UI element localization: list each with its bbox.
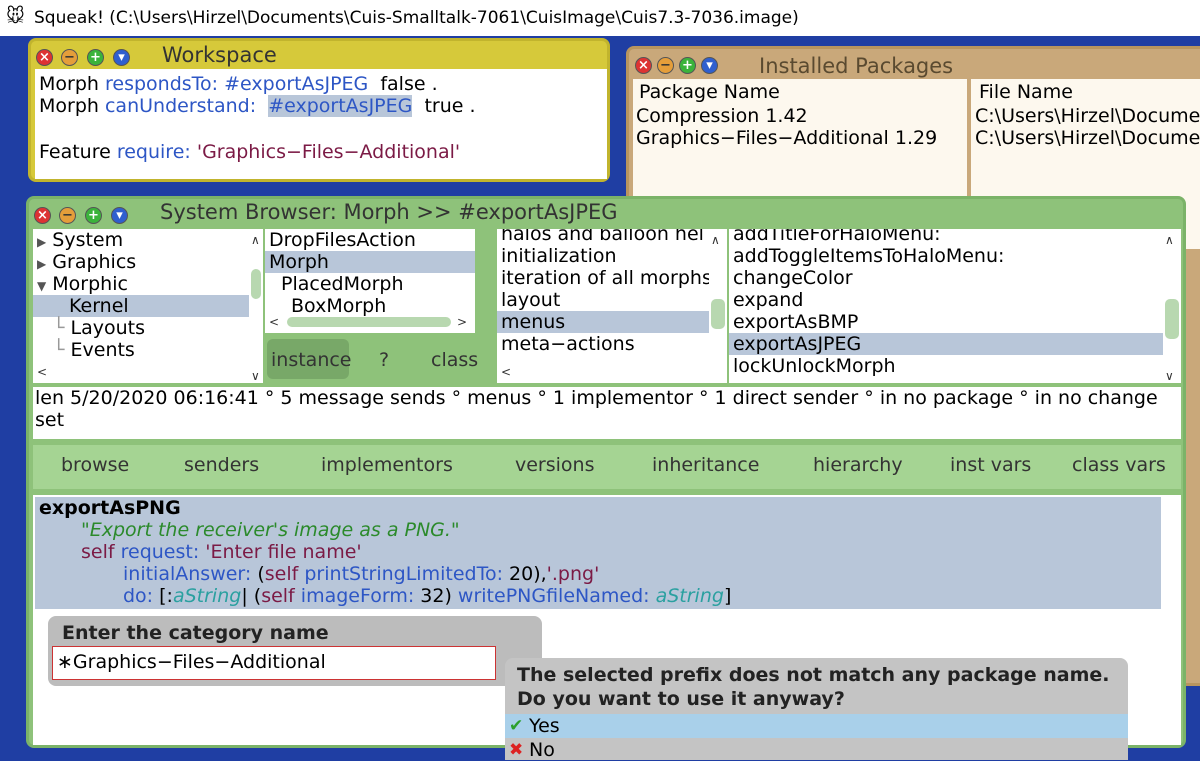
scroll-left-icon[interactable]: < [37,365,47,379]
list-item[interactable]: addToggleItemsToHaloMenu: [729,245,1181,267]
packages-title-bar[interactable]: × − + ▾ Installed Packages [629,49,1200,81]
class-list[interactable]: DropFilesAction Morph PlacedMorph BoxMor… [265,229,475,333]
no-option[interactable]: ✖ No [505,738,1128,761]
hierarchy-button[interactable]: hierarchy [813,454,903,476]
scrollbar[interactable]: ∧ ∨ [1163,229,1181,383]
file-name-header: File Name [979,81,1073,103]
list-item[interactable]: exportAsBMP [729,311,1181,333]
list-item-selected[interactable]: menus [497,311,727,333]
list-item[interactable]: lockUnlockMorph [729,355,1181,377]
expand-icon[interactable]: + [85,207,102,224]
browser-title: System Browser: Morph >> #exportAsJPEG [160,200,618,224]
list-item[interactable]: DropFilesAction [265,229,475,251]
method-comment: "Export the receiver's image as a PNG." [81,519,460,541]
expand-icon[interactable]: + [87,49,104,66]
list-item-selected[interactable]: Kernel [33,295,263,317]
minimize-icon[interactable]: − [657,57,674,74]
yes-option[interactable]: ✔ Yes [505,714,1128,738]
scrollbar[interactable]: ∧ ∨ [249,229,263,383]
package-name-header: Package Name [639,81,780,103]
host-title: Squeak! (C:\Users\Hirzel\Documents\Cuis-… [34,8,799,28]
host-title-bar: 🐭 Squeak! (C:\Users\Hirzel\Documents\Cui… [0,0,1200,36]
inst-vars-button[interactable]: inst vars [950,454,1031,476]
list-item[interactable]: Compression 1.42 [636,105,808,127]
list-item[interactable]: ▶ Graphics [33,251,263,273]
horizontal-scrollbar[interactable] [287,317,451,327]
list-item[interactable]: iteration of all morphs [497,267,727,289]
list-item[interactable]: ▼ Morphic [33,273,263,295]
scroll-left-icon[interactable]: < [269,315,279,329]
cross-icon: ✖ [509,740,524,760]
system-category-list[interactable]: ▶ System ▶ Graphics ▼ Morphic Kernel └ L… [33,229,263,383]
window-menu-icon[interactable]: ▾ [701,57,718,74]
senders-button[interactable]: senders [184,454,259,476]
method-selector: exportAsPNG [39,497,181,519]
category-name-input[interactable]: ∗Graphics−Files−Additional [52,646,496,680]
packages-title: Installed Packages [759,54,954,78]
expand-icon[interactable]: + [679,57,696,74]
close-icon[interactable]: × [635,57,652,74]
list-item-selected[interactable]: Morph [265,251,475,273]
browser-button-bar: browse senders implementors versions inh… [33,445,1181,489]
list-item[interactable]: layout [497,289,727,311]
workspace-text-pane[interactable]: Morph respondsTo: #exportAsJPEG false . … [35,69,607,179]
list-item[interactable]: C:\Users\Hirzel\Docume [975,105,1200,127]
code-line-4: initialAnswer: (self printStringLimitedT… [123,563,600,585]
expand-arrow-icon[interactable]: ▶ [37,257,46,271]
browse-button[interactable]: browse [61,454,129,476]
confirm-message-line-2: Do you want to use it anyway? [517,688,845,710]
code-line-3: self request: 'Enter file name' [81,541,362,563]
close-icon[interactable]: × [36,49,53,66]
category-name-dialog: Enter the category name ∗Graphics−Files−… [48,616,542,686]
workspace-line-1: Morph respondsTo: #exportAsJPEG false . [39,73,438,95]
list-item[interactable]: halos and balloon hel [497,229,727,245]
workspace-line-2: Morph canUnderstand: #exportAsJPEG true … [39,95,476,117]
window-menu-icon[interactable]: ▾ [113,49,130,66]
implementors-button[interactable]: implementors [321,454,453,476]
list-item[interactable]: Graphics−Files−Additional 1.29 [636,127,937,149]
close-icon[interactable]: × [34,207,51,224]
annotation-text: len 5/20/2020 06:16:41 ° 5 message sends… [35,387,1158,431]
list-item[interactable]: PlacedMorph [265,273,475,295]
list-item[interactable]: ▶ System [33,229,263,251]
minimize-icon[interactable]: − [59,207,76,224]
squeak-logo-icon: 🐭 [6,6,25,27]
list-item[interactable]: C:\Users\Hirzel\Docume [975,127,1200,149]
minimize-icon[interactable]: − [61,49,78,66]
scrollbar[interactable]: ∧ [709,229,727,383]
list-item[interactable]: initialization [497,245,727,267]
collapse-arrow-icon[interactable]: ▼ [37,279,46,293]
confirm-message-line-1: The selected prefix does not match any p… [517,664,1110,686]
comment-switch[interactable]: ? [379,349,389,371]
versions-button[interactable]: versions [515,454,595,476]
class-vars-button[interactable]: class vars [1072,454,1166,476]
annotation-pane: len 5/20/2020 06:16:41 ° 5 message sends… [33,387,1181,439]
workspace-title: Workspace [162,43,277,67]
expand-arrow-icon[interactable]: ▶ [37,235,46,249]
confirm-dialog: The selected prefix does not match any p… [505,658,1128,761]
inheritance-button[interactable]: inheritance [652,454,759,476]
dialog-title: Enter the category name [62,622,329,644]
scroll-right-icon[interactable]: > [457,315,467,329]
message-list[interactable]: addTitleForHaloMenu: addToggleItemsToHal… [729,229,1181,383]
scroll-left-icon[interactable]: < [501,365,511,379]
workspace-window: × − + ▾ Workspace Morph respondsTo: #exp… [28,38,610,182]
instance-switch[interactable]: instance [267,339,352,379]
list-item[interactable]: BoxMorph [265,295,475,317]
list-item[interactable]: expand [729,289,1181,311]
list-item[interactable]: changeColor [729,267,1181,289]
list-item-selected[interactable]: exportAsJPEG [729,333,1163,355]
browser-title-bar[interactable]: × − + ▾ System Browser: Morph >> #export… [29,199,1183,231]
workspace-line-3: Feature require: 'Graphics−Files−Additio… [39,141,461,163]
message-category-list[interactable]: halos and balloon hel initialization ite… [497,229,727,383]
checkmark-icon: ✔ [509,716,524,736]
window-menu-icon[interactable]: ▾ [111,207,128,224]
list-item[interactable]: └ Layouts [33,317,263,339]
list-item[interactable]: └ Events [33,339,263,361]
class-switch[interactable]: class [431,349,478,371]
list-item[interactable]: meta−actions [497,333,727,355]
code-line-5: do: [:aString| (self imageForm: 32) writ… [123,585,732,607]
list-item[interactable]: addTitleForHaloMenu: [729,229,1181,245]
